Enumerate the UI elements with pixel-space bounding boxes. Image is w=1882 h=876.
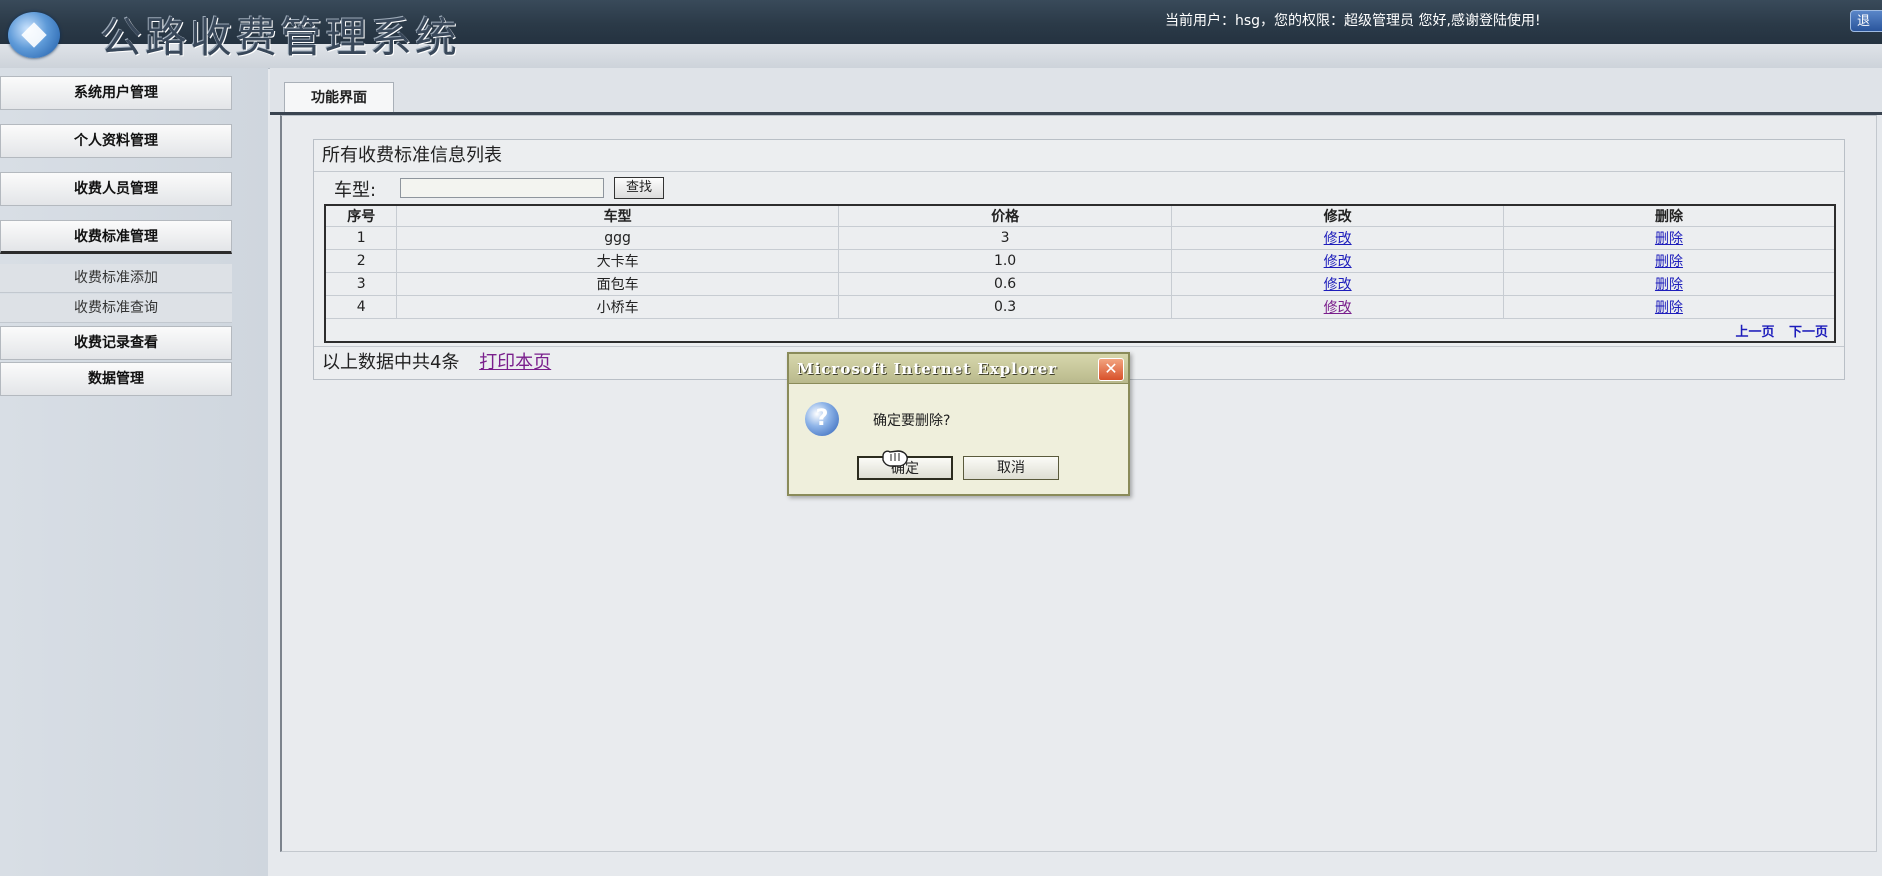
sidebar-item-toll-staff[interactable]: 收费人员管理 xyxy=(0,172,232,206)
delete-link[interactable]: 删除 xyxy=(1655,254,1683,270)
edit-link[interactable]: 修改 xyxy=(1324,300,1352,316)
close-icon[interactable]: ✕ xyxy=(1098,358,1124,381)
pager-cell: 上一页 下一页 xyxy=(325,319,1835,343)
cell-delete: 删除 xyxy=(1502,272,1836,296)
cell-no: 1 xyxy=(324,226,398,250)
user-info: 当前用户：hsg，您的权限：超级管理员 您好,感谢登陆使用! xyxy=(1165,13,1541,29)
cell-type: 大卡车 xyxy=(396,249,839,273)
sidebar-item-data-management[interactable]: 数据管理 xyxy=(0,362,232,396)
table-row: 3 面包车 0.6 修改 删除 xyxy=(324,272,1836,296)
cell-price: 1.0 xyxy=(837,249,1173,273)
col-header-price: 价格 xyxy=(837,204,1173,227)
cell-price: 0.6 xyxy=(837,272,1173,296)
cell-edit: 修改 xyxy=(1171,272,1504,296)
cancel-button[interactable]: 取消 xyxy=(963,456,1059,480)
tab-function[interactable]: 功能界面 xyxy=(284,82,394,112)
dialog-title: Microsoft Internet Explorer xyxy=(789,354,1128,384)
question-icon: ? xyxy=(805,402,839,436)
cell-edit: 修改 xyxy=(1171,295,1504,319)
edit-link[interactable]: 修改 xyxy=(1324,277,1352,293)
col-header-type: 车型 xyxy=(396,204,839,227)
cell-edit: 修改 xyxy=(1171,249,1504,273)
standards-table: 序号 车型 价格 修改 删除 1 ggg 3 修改 删除 2 大卡车 1.0 修… xyxy=(324,204,1836,343)
record-summary: 以上数据中共4条 xyxy=(322,352,460,373)
sidebar-item-toll-standards[interactable]: 收费标准管理 xyxy=(0,220,232,254)
edit-link[interactable]: 修改 xyxy=(1324,254,1352,270)
cell-type: 面包车 xyxy=(396,272,839,296)
submenu-item-query-standard[interactable]: 收费标准查询 xyxy=(0,294,232,323)
cell-type: ggg xyxy=(396,226,839,250)
search-label: 车型: xyxy=(334,180,377,201)
sidebar-item-toll-records[interactable]: 收费记录查看 xyxy=(0,326,232,360)
print-page-link[interactable]: 打印本页 xyxy=(479,352,551,373)
dialog-message: 确定要删除? xyxy=(873,413,951,429)
panel-title: 所有收费标准信息列表 xyxy=(314,140,1844,172)
table-row: 4 小桥车 0.3 修改 删除 xyxy=(324,295,1836,319)
app-title: 公路收费管理系统 xyxy=(100,13,461,62)
standards-panel: 所有收费标准信息列表 车型: 查找 序号 车型 价格 修改 删除 1 ggg 3… xyxy=(313,139,1845,380)
confirm-dialog: Microsoft Internet Explorer ✕ ? 确定要删除? 确… xyxy=(787,352,1130,496)
next-page-link[interactable]: 下一页 xyxy=(1789,325,1828,340)
cell-no: 2 xyxy=(324,249,398,273)
table-row: 2 大卡车 1.0 修改 删除 xyxy=(324,249,1836,273)
col-header-edit: 修改 xyxy=(1171,204,1504,227)
table-header-row: 序号 车型 价格 修改 删除 xyxy=(324,204,1836,227)
cell-price: 0.3 xyxy=(837,295,1173,319)
delete-link[interactable]: 删除 xyxy=(1655,231,1683,247)
sidebar-item-profile[interactable]: 个人资料管理 xyxy=(0,124,232,158)
cell-delete: 删除 xyxy=(1502,226,1836,250)
col-header-no: 序号 xyxy=(324,204,398,227)
cell-delete: 删除 xyxy=(1502,249,1836,273)
vehicle-type-input[interactable] xyxy=(400,178,604,198)
logout-button[interactable]: 退 xyxy=(1850,10,1882,32)
delete-link[interactable]: 删除 xyxy=(1655,300,1683,316)
hand-cursor-icon xyxy=(882,450,908,467)
tab-strip: 功能界面 xyxy=(270,68,1882,115)
table-row: 1 ggg 3 修改 删除 xyxy=(324,226,1836,250)
submenu-item-add-standard[interactable]: 收费标准添加 xyxy=(0,264,232,293)
edit-link[interactable]: 修改 xyxy=(1324,231,1352,247)
cell-type: 小桥车 xyxy=(396,295,839,319)
prev-page-link[interactable]: 上一页 xyxy=(1736,325,1775,340)
cell-edit: 修改 xyxy=(1171,226,1504,250)
cell-price: 3 xyxy=(837,226,1173,250)
cell-no: 4 xyxy=(324,295,398,319)
delete-link[interactable]: 删除 xyxy=(1655,277,1683,293)
search-button[interactable]: 查找 xyxy=(614,177,664,199)
col-header-delete: 删除 xyxy=(1502,204,1836,227)
cell-delete: 删除 xyxy=(1502,295,1836,319)
logo-icon xyxy=(8,12,60,58)
sidebar-item-system-users[interactable]: 系统用户管理 xyxy=(0,76,232,110)
pager-row: 上一页 下一页 xyxy=(325,319,1835,343)
cell-no: 3 xyxy=(324,272,398,296)
